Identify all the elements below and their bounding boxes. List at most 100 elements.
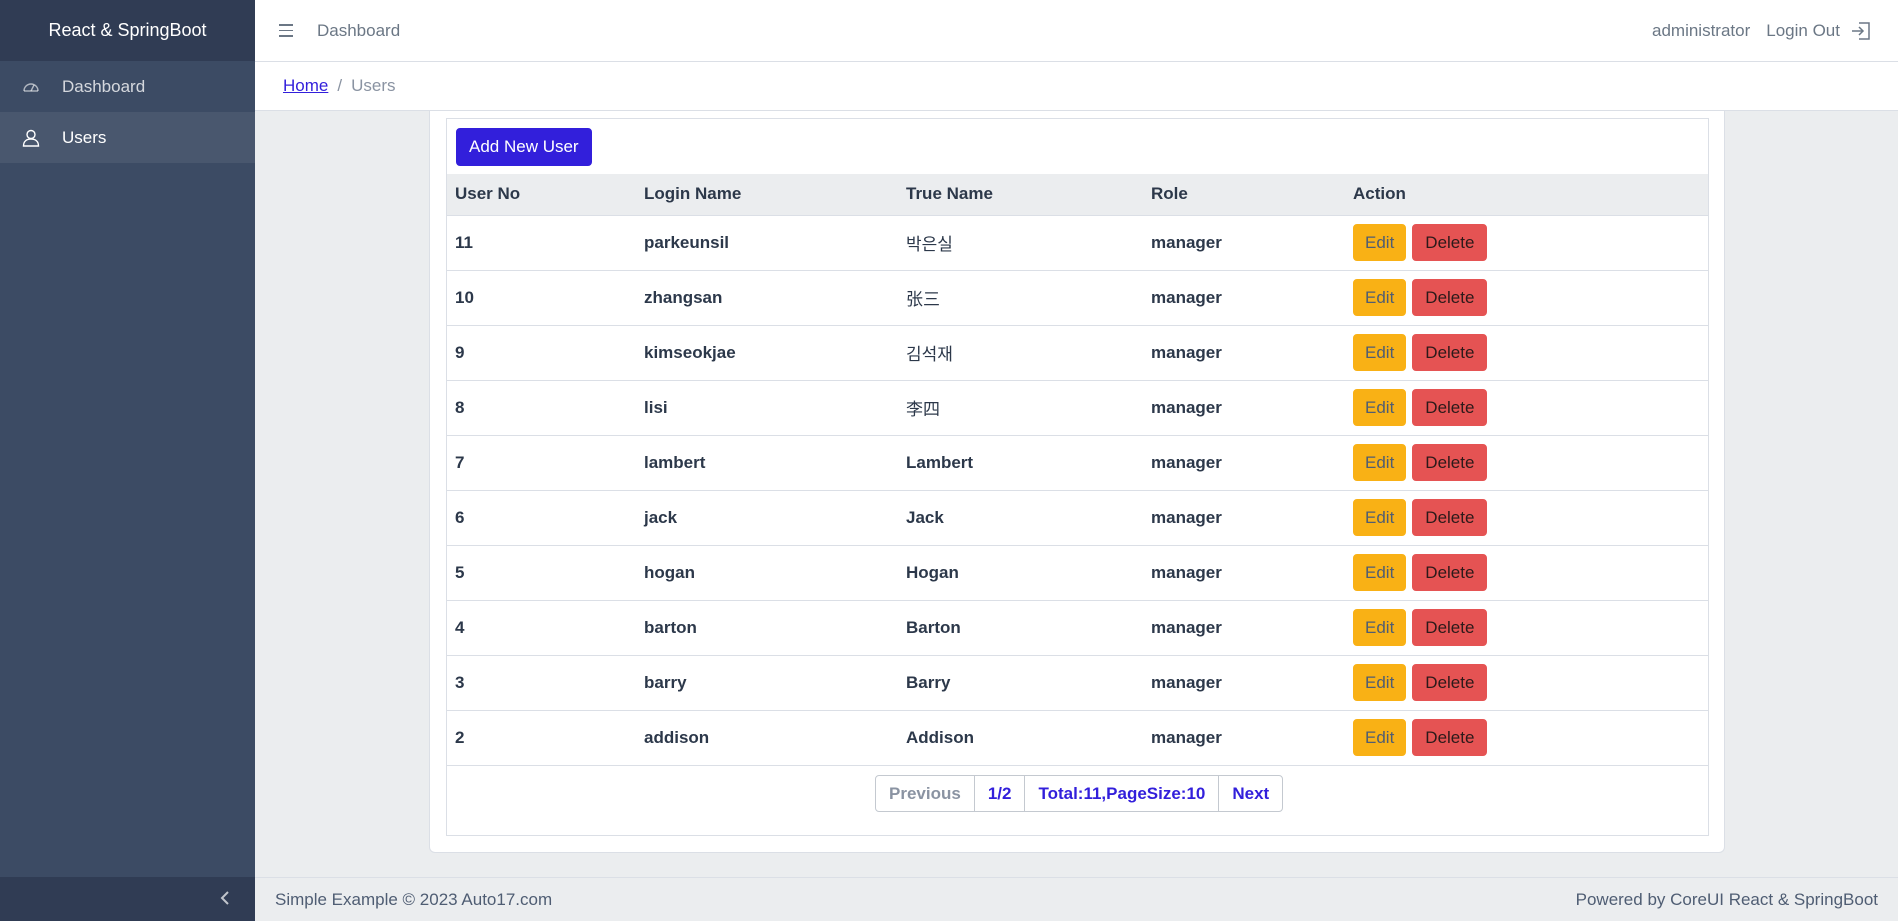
column-header-user-no: User No (447, 174, 636, 216)
footer-powered-by: Powered by CoreUI React & SpringBoot (1575, 889, 1878, 909)
edit-button[interactable]: Edit (1353, 719, 1407, 756)
sidebar-item-users[interactable]: Users (0, 112, 255, 163)
users-table: User No Login Name True Name Role Action… (447, 174, 1708, 766)
next-page-button[interactable]: Next (1219, 776, 1282, 811)
cell-login-name: barry (644, 672, 687, 692)
table-row: 10 zhangsan 张三 manager Edit Delete (447, 270, 1708, 325)
cell-true-name: Barton (906, 617, 961, 637)
cell-action: Edit Delete (1345, 325, 1708, 380)
cell-action: Edit Delete (1345, 710, 1708, 765)
sidebar-item-label: Dashboard (62, 76, 146, 96)
cell-login-name: parkeunsil (644, 232, 730, 252)
logout-link[interactable]: Login Out (1766, 20, 1872, 42)
breadcrumb: Home / Users (255, 62, 1898, 111)
cell-user-no: 11 (455, 232, 473, 252)
users-panel: Add New User User No Login Name True Nam… (446, 118, 1709, 836)
table-row: 7 lambert Lambert manager Edit Delete (447, 435, 1708, 490)
sidebar-brand[interactable]: React & SpringBoot (0, 0, 255, 61)
cell-login-name: addison (644, 727, 710, 747)
cell-action: Edit Delete (1345, 270, 1708, 325)
cell-role: manager (1151, 507, 1222, 527)
table-row: 6 jack Jack manager Edit Delete (447, 490, 1708, 545)
column-header-role: Role (1143, 174, 1345, 216)
delete-button[interactable]: Delete (1412, 719, 1488, 756)
delete-button[interactable]: Delete (1412, 224, 1488, 261)
edit-button[interactable]: Edit (1353, 389, 1407, 426)
table-row: 8 lisi 李四 manager Edit Delete (447, 380, 1708, 435)
breadcrumb-current: Users (351, 76, 396, 95)
sidebar: React & SpringBoot Dashboard Users (0, 0, 255, 921)
delete-button[interactable]: Delete (1412, 389, 1488, 426)
cell-true-name: Lambert (906, 452, 974, 472)
cell-true-name: Barry (906, 672, 951, 692)
table-row: 9 kimseokjae 김석재 manager Edit Delete (447, 325, 1708, 380)
header-nav-dashboard[interactable]: Dashboard (317, 21, 400, 41)
current-user: administrator (1652, 20, 1751, 40)
cell-user-no: 2 (455, 727, 465, 747)
sidebar-item-dashboard[interactable]: Dashboard (0, 61, 255, 112)
table-row: 11 parkeunsil 박은실 manager Edit Delete (447, 215, 1708, 270)
delete-button[interactable]: Delete (1412, 444, 1488, 481)
logout-icon (1850, 20, 1872, 42)
cell-role: manager (1151, 727, 1222, 747)
edit-button[interactable]: Edit (1353, 224, 1407, 261)
cell-role: manager (1151, 672, 1222, 692)
cell-action: Edit Delete (1345, 380, 1708, 435)
cell-true-name: 张三 (906, 290, 940, 309)
cell-user-no: 8 (455, 397, 465, 417)
cell-login-name: zhangsan (644, 287, 723, 307)
column-header-login-name: Login Name (636, 174, 898, 216)
edit-button[interactable]: Edit (1353, 609, 1407, 646)
cell-user-no: 3 (455, 672, 465, 692)
pagination-info: Total:11,PageSize:10 (1025, 776, 1220, 811)
cell-action: Edit Delete (1345, 215, 1708, 270)
cell-user-no: 10 (455, 287, 474, 307)
breadcrumb-home[interactable]: Home (283, 76, 328, 96)
edit-button[interactable]: Edit (1353, 334, 1407, 371)
cell-user-no: 7 (455, 452, 465, 472)
cell-role: manager (1151, 287, 1222, 307)
cell-true-name: 김석재 (906, 345, 953, 364)
cell-role: manager (1151, 232, 1222, 252)
table-header-row: User No Login Name True Name Role Action (447, 174, 1708, 216)
cell-user-no: 5 (455, 562, 465, 582)
delete-button[interactable]: Delete (1412, 609, 1488, 646)
cell-action: Edit Delete (1345, 435, 1708, 490)
delete-button[interactable]: Delete (1412, 664, 1488, 701)
edit-button[interactable]: Edit (1353, 664, 1407, 701)
cell-role: manager (1151, 397, 1222, 417)
header: Dashboard administrator Login Out (255, 0, 1898, 62)
pagination: Previous 1/2 Total:11,PageSize:10 Next (875, 775, 1284, 812)
cell-role: manager (1151, 617, 1222, 637)
cell-login-name: kimseokjae (644, 342, 736, 362)
sidebar-item-label: Users (62, 127, 107, 147)
add-user-button[interactable]: Add New User (456, 128, 592, 166)
table-row: 2 addison Addison manager Edit Delete (447, 710, 1708, 765)
delete-button[interactable]: Delete (1412, 554, 1488, 591)
cell-true-name: Jack (906, 507, 944, 527)
cell-login-name: jack (644, 507, 678, 527)
cell-true-name: 박은실 (906, 235, 953, 254)
sidebar-nav: Dashboard Users (0, 61, 255, 877)
edit-button[interactable]: Edit (1353, 444, 1407, 481)
cell-login-name: hogan (644, 562, 695, 582)
edit-button[interactable]: Edit (1353, 554, 1407, 591)
current-page-indicator[interactable]: 1/2 (975, 776, 1026, 811)
delete-button[interactable]: Delete (1412, 279, 1488, 316)
previous-page-button[interactable]: Previous (876, 776, 975, 811)
table-row: 5 hogan Hogan manager Edit Delete (447, 545, 1708, 600)
cell-action: Edit Delete (1345, 655, 1708, 710)
breadcrumb-separator: / (337, 76, 343, 95)
cell-login-name: lambert (644, 452, 706, 472)
hamburger-menu-icon[interactable] (279, 24, 307, 37)
sidebar-toggler[interactable] (0, 877, 255, 921)
header-right: administrator Login Out (1652, 20, 1872, 42)
cell-true-name: Addison (906, 727, 974, 747)
delete-button[interactable]: Delete (1412, 334, 1488, 371)
delete-button[interactable]: Delete (1412, 499, 1488, 536)
edit-button[interactable]: Edit (1353, 279, 1407, 316)
cell-login-name: barton (644, 617, 697, 637)
edit-button[interactable]: Edit (1353, 499, 1407, 536)
user-icon (20, 127, 42, 149)
cell-role: manager (1151, 452, 1222, 472)
